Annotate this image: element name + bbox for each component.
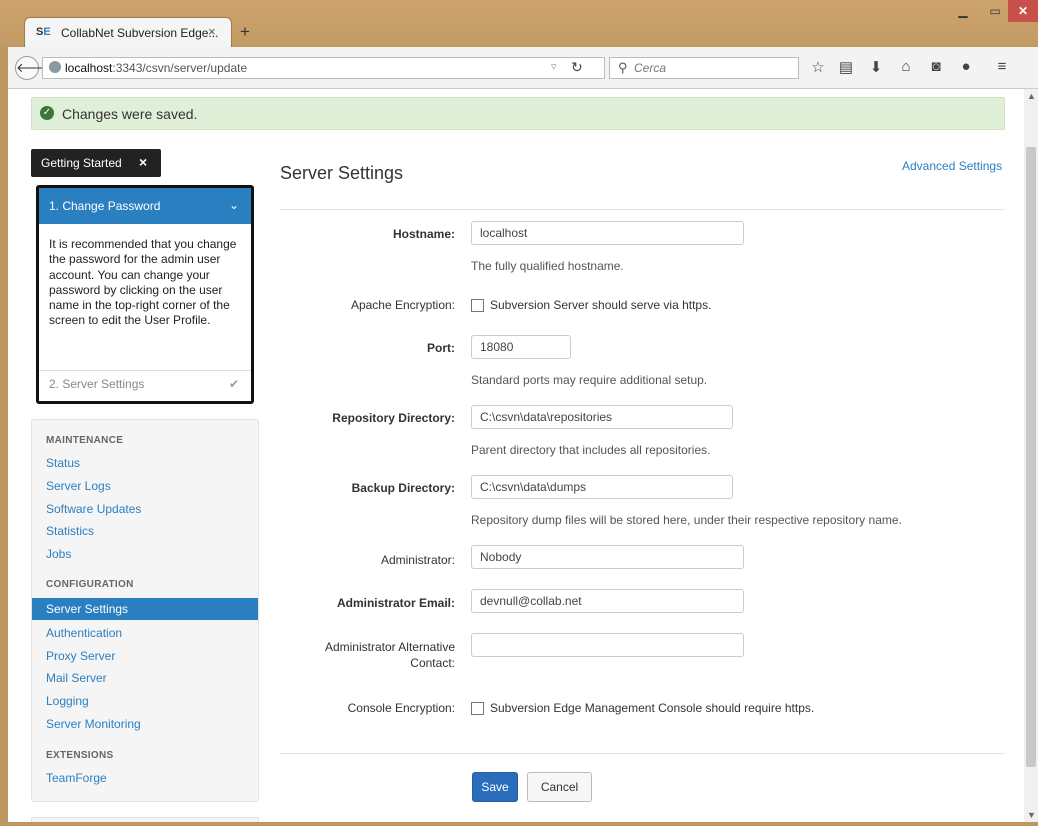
repository-directory-input[interactable]	[471, 405, 733, 429]
success-alert: ✓ Changes were saved.	[31, 97, 1005, 130]
url-text: localhost:3343/csvn/server/update	[65, 61, 248, 75]
backup-directory-label: Backup Directory:	[351, 481, 455, 495]
hostname-input[interactable]	[471, 221, 744, 245]
browser-tab[interactable]: SE CollabNet Subversion Edge... ×	[24, 17, 232, 47]
backup-directory-input[interactable]	[471, 475, 733, 499]
checkmark-icon: ✔	[229, 377, 240, 391]
step-server-settings[interactable]: 2. Server Settings	[49, 377, 144, 391]
sidebar-item-statistics[interactable]: Statistics	[32, 520, 258, 542]
sidebar-item-software-updates[interactable]: Software Updates	[32, 498, 258, 520]
sidebar-nav: MAINTENANCE Status Server Logs Software …	[31, 419, 259, 802]
sidebar-item-server-monitoring[interactable]: Server Monitoring	[32, 713, 258, 735]
sidebar-item-logging[interactable]: Logging	[32, 690, 258, 712]
new-tab-button[interactable]: +	[240, 22, 250, 42]
page-viewport: ✓ Changes were saved. Getting Started × …	[8, 89, 1024, 822]
hostname-label: Hostname:	[392, 227, 455, 241]
sidebar-item-proxy-server[interactable]: Proxy Server	[32, 645, 258, 667]
home-icon[interactable]: ⌂	[896, 58, 916, 75]
console-https-checkbox-label: Subversion Edge Management Console shoul…	[490, 701, 815, 715]
download-icon[interactable]: ⬇	[866, 58, 886, 76]
search-bar[interactable]: ⚲ Cerca	[609, 57, 799, 79]
sidebar-item-server-logs[interactable]: Server Logs	[32, 475, 258, 497]
maintenance-heading: MAINTENANCE	[46, 435, 124, 446]
port-help: Standard ports may require additional se…	[471, 373, 708, 387]
navigation-bar: 🡐 localhost:3343/csvn/server/update ▿ ↻ …	[8, 47, 1038, 89]
scroll-thumb[interactable]	[1026, 147, 1036, 767]
sidebar-item-authentication[interactable]: Authentication	[32, 622, 258, 644]
menu-icon[interactable]: ≡	[992, 58, 1012, 75]
window-border	[0, 822, 1038, 826]
sidebar-item-jobs[interactable]: Jobs	[32, 543, 258, 565]
minimize-icon[interactable]: ▁	[948, 0, 978, 22]
sidebar-item-teamforge[interactable]: TeamForge	[32, 767, 258, 789]
page-title: Server Settings	[280, 163, 404, 183]
getting-started-panel: 1. Change Password ⌄ It is recommended t…	[36, 185, 254, 404]
port-input[interactable]	[471, 335, 571, 359]
getting-started-button[interactable]: Getting Started ×	[31, 149, 161, 177]
apache-https-checkbox-label: Subversion Server should serve via https…	[490, 298, 712, 312]
divider	[39, 370, 251, 371]
console-https-checkbox[interactable]	[471, 702, 484, 715]
bookmarks-list-icon[interactable]: ▤	[836, 58, 856, 76]
sidebar-item-server-settings[interactable]: Server Settings	[32, 598, 258, 620]
alternative-contact-label: Administrator Alternative Contact:	[324, 640, 455, 670]
extensions-heading: EXTENSIONS	[46, 750, 114, 761]
sidebar-item-mail-server[interactable]: Mail Server	[32, 667, 258, 689]
alternative-contact-input[interactable]	[471, 633, 744, 657]
apache-https-checkbox[interactable]	[471, 299, 484, 312]
close-icon[interactable]: ×	[139, 154, 147, 170]
tab-title: CollabNet Subversion Edge...	[61, 26, 219, 40]
bookmark-star-icon[interactable]: ☆	[808, 58, 828, 76]
window-close-icon[interactable]: ✕	[1008, 0, 1038, 22]
search-icon: ⚲	[618, 60, 628, 75]
url-bar[interactable]: localhost:3343/csvn/server/update ▿ ↻	[42, 57, 605, 79]
chat-icon[interactable]: ●	[956, 58, 976, 75]
port-label: Port:	[427, 341, 455, 355]
globe-icon	[49, 61, 61, 73]
url-dropdown-icon[interactable]: ▿	[551, 60, 557, 73]
apache-encryption-label: Apache Encryption:	[350, 298, 455, 312]
configuration-heading: CONFIGURATION	[46, 579, 134, 590]
alert-message: Changes were saved.	[62, 106, 198, 122]
tab-close-icon[interactable]: ×	[208, 24, 216, 39]
administrator-input[interactable]	[471, 545, 744, 569]
divider	[280, 753, 1005, 754]
step-description: It is recommended that you change the pa…	[49, 237, 237, 328]
back-button[interactable]: 🡐	[15, 56, 51, 80]
scroll-down-icon[interactable]: ▼	[1027, 810, 1036, 820]
hostname-help: The fully qualified hostname.	[471, 259, 624, 273]
administrator-email-label: Administrator Email:	[336, 596, 455, 610]
scroll-up-icon[interactable]: ▲	[1027, 91, 1036, 101]
chevron-down-icon: ⌄	[229, 198, 240, 212]
sidebar-item-status[interactable]: Status	[32, 452, 258, 474]
administrator-email-input[interactable]	[471, 589, 744, 613]
divider	[280, 209, 1005, 210]
advanced-settings-link[interactable]: Advanced Settings	[902, 159, 1002, 173]
backup-directory-help: Repository dump files will be stored her…	[471, 513, 902, 527]
title-bar: SE CollabNet Subversion Edge... × + ▁ ▭ …	[0, 0, 1038, 47]
console-encryption-label: Console Encryption:	[347, 701, 455, 715]
step-change-password[interactable]: 1. Change Password ⌄	[39, 188, 251, 224]
repository-directory-help: Parent directory that includes all repos…	[471, 443, 711, 457]
save-button[interactable]: Save	[472, 772, 518, 802]
repository-directory-label: Repository Directory:	[332, 411, 455, 425]
browser-window: SE CollabNet Subversion Edge... × + ▁ ▭ …	[0, 0, 1038, 826]
pocket-icon[interactable]: ◙	[926, 58, 946, 75]
check-circle-icon: ✓	[40, 106, 54, 120]
search-input[interactable]: Cerca	[634, 61, 666, 75]
vertical-scrollbar[interactable]: ▲ ▼	[1024, 89, 1038, 822]
administrator-label: Administrator:	[380, 553, 455, 567]
favicon-icon: SE	[36, 26, 51, 38]
maximize-icon[interactable]: ▭	[980, 0, 1010, 22]
reload-icon[interactable]: ↻	[571, 59, 583, 76]
cancel-button[interactable]: Cancel	[527, 772, 592, 802]
